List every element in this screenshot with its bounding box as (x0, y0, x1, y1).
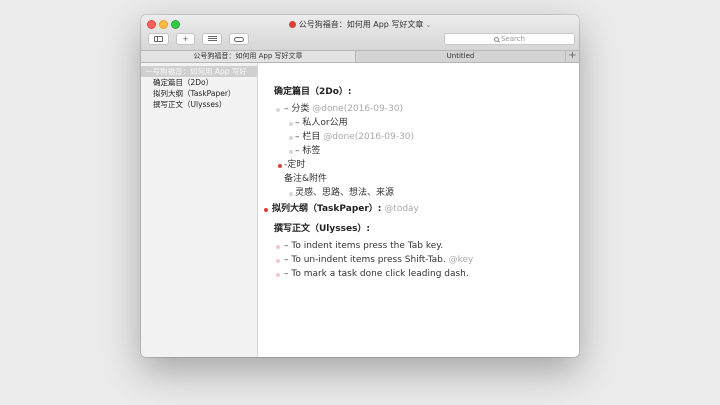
editor[interactable]: 确定篇目（2Do）: – 分类 @done(2016-09-30) – 私人or… (259, 63, 579, 357)
new-tab-button[interactable]: + (566, 50, 579, 62)
done-tag[interactable]: @done(2016-09-30) (312, 104, 403, 114)
bullet-marker[interactable] (289, 150, 293, 154)
task-item-tags[interactable]: – 标签 (295, 145, 320, 157)
sidebar-item-choose-topic[interactable]: 确定篇目（2Do） (141, 77, 257, 88)
key-tag[interactable]: @key (449, 255, 474, 265)
bullet-marker-active[interactable] (264, 208, 268, 212)
tab-bar: 公号狗福音：如何用 App 写好文章 Untitled + (141, 50, 579, 63)
sidebar-item-document[interactable]: 一号狗福音：如何用 App 写好 (141, 66, 257, 77)
note-inspiration[interactable]: 灵感、思路、想法、来源 (295, 187, 394, 199)
search-icon (493, 37, 499, 42)
task-item-column[interactable]: – 栏目 @done(2016-09-30) (295, 131, 414, 143)
task-item-unindent[interactable]: – To un-indent items press Shift-Tab. @k… (284, 254, 473, 266)
document-icon (288, 21, 296, 28)
sidebar-item-outline[interactable]: 拟列大纲（TaskPaper） (141, 88, 257, 99)
bullet-marker[interactable] (289, 136, 293, 140)
project-title: 拟列大纲（TaskPaper）: (272, 204, 382, 214)
bullet-marker-active[interactable] (278, 164, 282, 168)
tab-untitled[interactable]: Untitled (356, 51, 566, 62)
toggle-sidebar-button[interactable] (148, 33, 169, 45)
sidebar-item-writing[interactable]: 撰写正文（Ulysses） (141, 99, 257, 110)
task-item-schedule[interactable]: -定时 (284, 159, 305, 171)
note-attachments[interactable]: 备注&附件 (284, 173, 327, 185)
search-input[interactable]: Search (444, 33, 575, 45)
tab-document[interactable]: 公号狗福音：如何用 App 写好文章 (141, 51, 356, 62)
add-button[interactable]: + (176, 33, 195, 45)
bullet-marker[interactable] (289, 122, 293, 126)
sidebar-icon (154, 36, 163, 42)
task-item-indent[interactable]: – To indent items press the Tab key. (284, 240, 443, 252)
today-tag[interactable]: @today (384, 204, 419, 214)
project-heading-writing[interactable]: 撰写正文（Ulysses）: (274, 223, 370, 235)
toggle-pill-icon (234, 36, 244, 42)
sidebar: 一号狗福音：如何用 App 写好 确定篇目（2Do） 拟列大纲（TaskPape… (141, 63, 258, 357)
window-title[interactable]: 公号狗福音：如何用 App 写好文章 ⌄ (141, 18, 579, 32)
bullet-marker[interactable] (276, 259, 280, 263)
mode-button[interactable] (229, 33, 249, 45)
task-item-private[interactable]: – 私人or公用 (295, 117, 348, 129)
task-text: – 栏目 (295, 132, 321, 142)
app-window: 公号狗福音：如何用 App 写好文章 ⌄ + Search 公号狗福音：如何用 A… (141, 15, 579, 357)
title-chevron-icon: ⌄ (425, 21, 432, 29)
task-text: – 分类 (284, 104, 310, 114)
bullet-marker[interactable] (276, 273, 280, 277)
bullet-marker[interactable] (276, 108, 280, 112)
window-title-text: 公号狗福音：如何用 App 写好文章 (298, 20, 424, 29)
task-item-category[interactable]: – 分类 @done(2016-09-30) (284, 103, 403, 115)
bullet-marker[interactable] (276, 245, 280, 249)
project-heading-topic[interactable]: 确定篇目（2Do）: (274, 86, 352, 98)
project-heading-outline[interactable]: 拟列大纲（TaskPaper）: @today (272, 203, 419, 215)
title-bar: 公号狗福音：如何用 App 写好文章 ⌄ + Search (141, 15, 579, 50)
bullet-marker[interactable] (289, 192, 293, 196)
task-text: – To un-indent items press Shift-Tab. (284, 255, 446, 265)
outline-button[interactable] (202, 33, 222, 45)
list-icon (207, 36, 217, 42)
search-placeholder: Search (500, 35, 526, 43)
task-item-mark-done[interactable]: – To mark a task done click leading dash… (284, 268, 469, 280)
done-tag[interactable]: @done(2016-09-30) (323, 132, 414, 142)
